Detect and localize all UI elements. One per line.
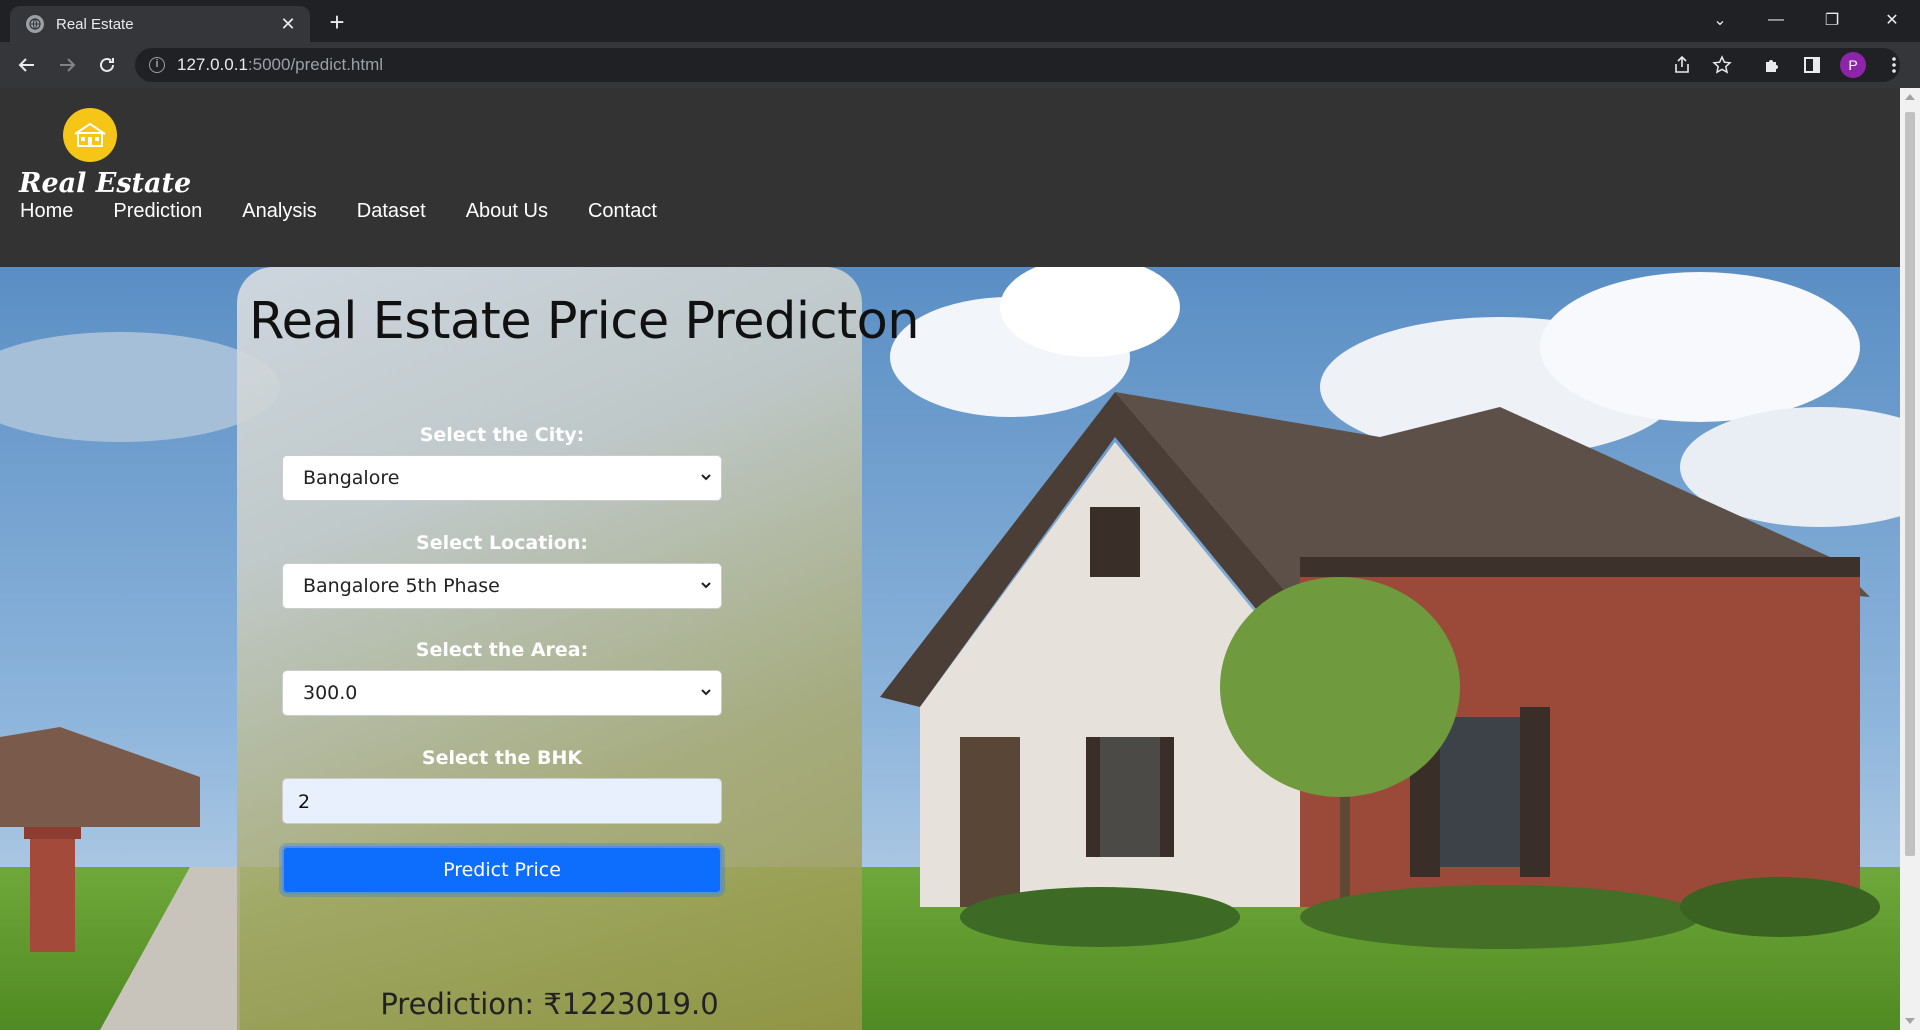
prediction-form-panel: Real Estate Price Predicton Select the C… — [237, 267, 920, 1030]
back-button[interactable] — [12, 50, 42, 80]
bookmark-star-icon[interactable] — [1710, 53, 1734, 77]
browser-toolbar: i 127.0.0.1:5000/predict.html — [0, 42, 1920, 88]
scroll-up-arrow-icon[interactable] — [1905, 94, 1915, 100]
url-host: 127.0.0.1 — [177, 55, 248, 74]
menu-kebab-icon[interactable] — [1882, 53, 1906, 77]
nav-about-us[interactable]: About Us — [466, 200, 548, 223]
predict-price-button[interactable]: Predict Price — [282, 846, 722, 894]
browser-tabstrip: Real Estate ✕ + ⌄ — ❐ ✕ — [0, 0, 1920, 42]
prediction-result: Prediction: ₹1223019.0 — [380, 987, 719, 1021]
extensions-puzzle-icon[interactable] — [1760, 53, 1784, 77]
page-scrollbar[interactable] — [1900, 88, 1920, 1030]
url-path: :5000/predict.html — [247, 55, 384, 74]
profile-avatar[interactable]: P — [1840, 52, 1866, 78]
close-window-button[interactable]: ✕ — [1864, 0, 1920, 40]
nav-analysis[interactable]: Analysis — [242, 200, 316, 223]
address-bar[interactable]: i 127.0.0.1:5000/predict.html — [135, 48, 1900, 82]
nav-dataset[interactable]: Dataset — [357, 200, 426, 223]
bhk-label: Select the BHK — [421, 747, 583, 769]
city-select[interactable]: Bangalore — [282, 455, 722, 501]
side-panel-icon[interactable] — [1800, 53, 1824, 77]
location-label: Select Location: — [416, 532, 588, 554]
city-select-value: Bangalore — [303, 467, 400, 489]
chevron-down-icon — [701, 474, 711, 481]
area-select[interactable]: 300.0 — [282, 670, 722, 716]
location-select[interactable]: Bangalore 5th Phase — [282, 563, 722, 609]
browser-tab[interactable]: Real Estate ✕ — [10, 6, 310, 42]
share-icon[interactable] — [1670, 53, 1694, 77]
site-info-icon[interactable]: i — [149, 57, 165, 73]
city-label: Select the City: — [419, 424, 585, 446]
restore-button[interactable]: ❐ — [1804, 0, 1860, 40]
main-nav: Home Prediction Analysis Dataset About U… — [20, 200, 657, 223]
nav-prediction[interactable]: Prediction — [113, 200, 202, 223]
area-select-value: 300.0 — [303, 682, 358, 704]
forward-button[interactable] — [52, 50, 82, 80]
location-select-value: Bangalore 5th Phase — [303, 575, 500, 597]
house-logo-icon — [63, 108, 117, 162]
page-viewport: Real Estate Home Prediction Analysis Dat… — [0, 88, 1900, 1030]
site-header: Real Estate Home Prediction Analysis Dat… — [0, 88, 1900, 267]
minimize-button[interactable]: — — [1748, 0, 1804, 40]
reload-button[interactable] — [92, 50, 122, 80]
nav-contact[interactable]: Contact — [588, 200, 657, 223]
tab-title: Real Estate — [56, 15, 134, 33]
tab-search-icon[interactable]: ⌄ — [1692, 0, 1748, 40]
chevron-down-icon — [701, 689, 711, 696]
site-brand[interactable]: Real Estate — [19, 168, 191, 199]
page-title: Real Estate Price Predicton — [249, 292, 920, 351]
nav-home[interactable]: Home — [20, 200, 73, 223]
chevron-down-icon — [701, 582, 711, 589]
scrollbar-thumb[interactable] — [1905, 112, 1915, 856]
bhk-input[interactable]: 2 — [282, 778, 722, 824]
area-label: Select the Area: — [415, 639, 589, 661]
close-tab-icon[interactable]: ✕ — [278, 14, 298, 35]
new-tab-button[interactable]: + — [322, 8, 352, 38]
globe-icon — [26, 15, 44, 33]
scroll-down-arrow-icon[interactable] — [1905, 1018, 1915, 1024]
